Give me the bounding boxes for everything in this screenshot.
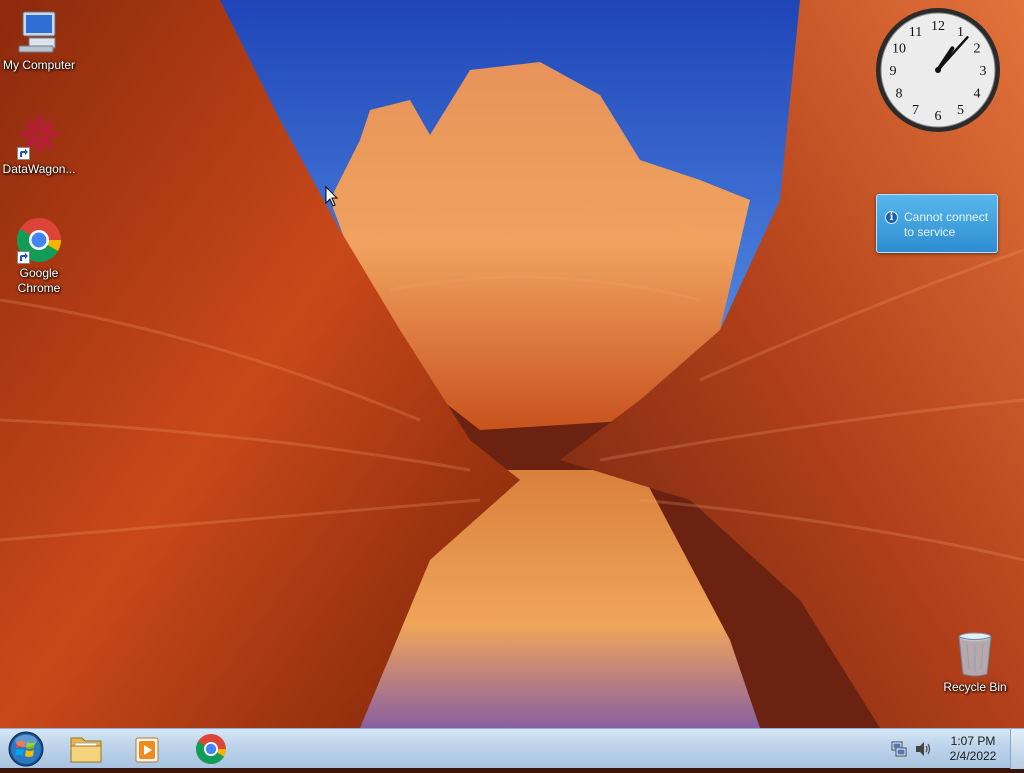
taskbar-chrome-button[interactable] [183,731,239,767]
taskbar-clock[interactable]: 1:07 PM 2/4/2022 [938,734,1008,764]
clock-numeral: 9 [890,64,897,79]
desktop-icon-my-computer[interactable]: My Computer [1,8,77,73]
clock-numeral: 7 [912,103,919,118]
media-player-icon [135,737,159,763]
desktop-icon-label: Google Chrome [17,266,61,295]
taskbar-file-explorer-button[interactable] [58,731,114,767]
clock-numeral: 5 [957,103,964,118]
taskbar-date: 2/4/2022 [949,749,997,763]
clock-numeral: 10 [892,42,906,57]
computer-icon [15,8,63,56]
desktop-icon-recycle-bin[interactable]: Recycle Bin [937,630,1013,695]
desktop-icon-datawagon[interactable]: DataWagon... [1,112,77,177]
volume-icon[interactable] [914,740,932,758]
datawagon-icon [15,112,63,160]
windows-start-orb[interactable] [5,730,47,768]
clock-numeral: 6 [935,109,942,124]
mouse-pointer-icon [325,186,339,207]
clock-numeral: 11 [909,25,922,40]
info-icon: i [885,211,898,224]
clock-numeral: 2 [973,42,980,57]
taskbar: 1:07 PM 2/4/2022 [0,728,1024,769]
clock-numeral: 8 [896,87,903,102]
clock-numeral: 3 [980,64,987,79]
desktop-icon-label: My Computer [2,58,76,72]
clock-gadget[interactable]: 12 1 2 3 4 5 6 7 8 9 10 11 [874,6,1002,134]
desktop-wallpaper [0,0,1024,728]
notification-message: Cannot connect to service [904,210,989,239]
show-desktop-button[interactable] [1010,729,1024,769]
clock-numeral: 12 [931,19,945,34]
chrome-icon [195,734,226,765]
folder-icon [70,737,102,763]
shortcut-arrow-icon [17,147,30,160]
desktop-icon-google-chrome[interactable]: Google Chrome [1,216,77,296]
desktop-icon-label: DataWagon... [2,162,76,176]
taskbar-media-player-button[interactable] [120,731,176,767]
network-icon[interactable] [890,740,908,758]
clock-numeral: 1 [957,25,964,40]
desktop-icon-label: Recycle Bin [943,680,1007,694]
taskbar-time: 1:07 PM [950,734,996,748]
clock-numeral: 4 [973,87,980,102]
shortcut-arrow-icon [17,251,30,264]
service-notification-gadget[interactable]: i Cannot connect to service [876,194,998,253]
chrome-icon [15,216,63,264]
recycle-bin-icon [951,630,999,678]
